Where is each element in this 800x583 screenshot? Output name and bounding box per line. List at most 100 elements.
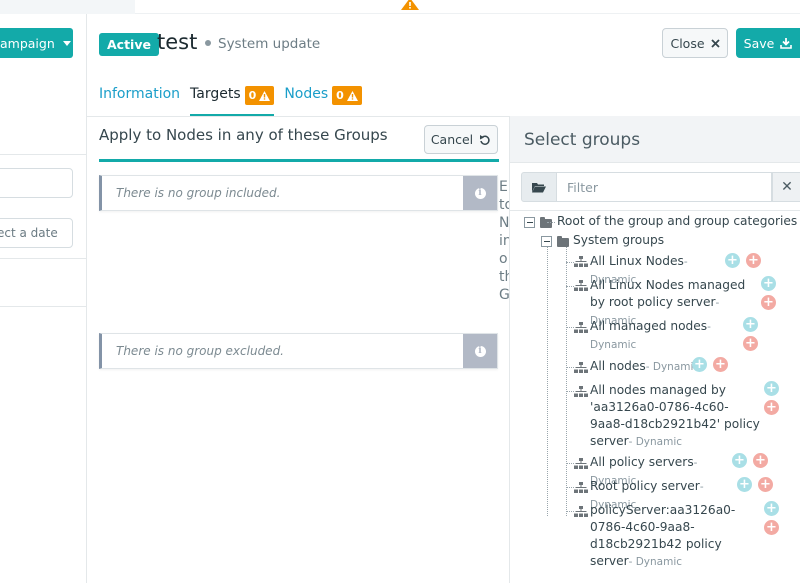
campaign-list-panel: ampaign ect a date bbox=[0, 14, 87, 583]
page-title: test bbox=[157, 30, 198, 54]
exclude-plus-icon[interactable]: + bbox=[753, 453, 768, 468]
filter-input[interactable]: Filter bbox=[557, 172, 772, 202]
section-underline bbox=[99, 159, 499, 162]
targets-heading: Apply to Nodes in any of these Groups bbox=[99, 126, 388, 144]
folder-icon bbox=[540, 217, 552, 228]
exclude-plus-icon[interactable]: + bbox=[713, 357, 728, 372]
nodes-count: 0 bbox=[336, 89, 344, 102]
network-icon bbox=[574, 458, 588, 469]
network-icon bbox=[574, 386, 588, 397]
exclude-plus-icon[interactable]: + bbox=[764, 400, 779, 415]
group-type: - Dynamic bbox=[628, 556, 683, 568]
network-icon bbox=[574, 506, 588, 517]
tab-targets-label: Targets bbox=[190, 86, 241, 102]
targets-count: 0 bbox=[248, 89, 257, 102]
warning-icon bbox=[346, 90, 358, 101]
collapse-toggle[interactable] bbox=[524, 217, 535, 228]
collapse-toggle[interactable] bbox=[541, 236, 552, 247]
include-plus-icon[interactable]: + bbox=[725, 253, 740, 268]
group-name: All Linux Nodes managed by root policy s… bbox=[590, 278, 746, 309]
info-icon: i bbox=[474, 345, 486, 357]
cancel-label: Cancel bbox=[430, 132, 474, 147]
tree-connector bbox=[566, 463, 574, 464]
folder-toggle-button[interactable] bbox=[521, 172, 557, 202]
group-label: policyServer:aa3126a0-0786-4c60-9aa8-d18… bbox=[590, 502, 760, 571]
exclude-plus-icon[interactable]: + bbox=[746, 253, 761, 268]
separator-dot bbox=[205, 40, 211, 46]
group-label: All nodes- Dynamic bbox=[590, 358, 700, 376]
divider bbox=[510, 210, 800, 211]
include-plus-icon[interactable]: + bbox=[764, 501, 779, 516]
filter-placeholder: Filter bbox=[567, 179, 598, 195]
campaign-type: System update bbox=[218, 36, 321, 52]
select-groups-panel: Select groups Filter ✕ Root of the group… bbox=[509, 116, 800, 583]
included-groups-dropzone[interactable]: There is no group included. i bbox=[99, 175, 498, 211]
create-campaign-label: ampaign bbox=[0, 35, 55, 51]
save-button[interactable]: Save bbox=[736, 28, 800, 58]
group-label: All nodes managed by 'aa3126a0-0786-4c60… bbox=[590, 382, 760, 451]
divider bbox=[0, 306, 87, 307]
close-icon bbox=[710, 38, 720, 48]
status-badge: Active bbox=[99, 33, 159, 56]
warning-icon bbox=[259, 90, 271, 101]
tab-nodes[interactable]: Nodes 0 bbox=[284, 86, 362, 116]
save-label: Save bbox=[743, 35, 775, 51]
caret-down-icon bbox=[62, 40, 71, 46]
select-groups-title: Select groups bbox=[524, 130, 641, 150]
exclude-plus-icon[interactable]: + bbox=[743, 336, 758, 351]
undo-icon bbox=[480, 134, 490, 145]
info-button[interactable]: i bbox=[463, 176, 497, 210]
group-name: All policy servers bbox=[590, 455, 694, 469]
info-icon: i bbox=[474, 187, 486, 199]
info-button[interactable]: i bbox=[463, 334, 497, 368]
close-button[interactable]: Close bbox=[662, 28, 728, 58]
group-name: All nodes bbox=[590, 359, 646, 373]
close-icon: ✕ bbox=[781, 179, 793, 195]
group-name: All managed nodes bbox=[590, 319, 708, 333]
group-type: - Dynamic bbox=[628, 436, 683, 448]
tree-connector bbox=[547, 246, 548, 516]
top-bar-segment bbox=[0, 0, 135, 14]
download-icon bbox=[780, 38, 793, 49]
tree-root-label[interactable]: Root of the group and group categories bbox=[557, 213, 797, 230]
network-icon bbox=[574, 256, 588, 267]
network-icon bbox=[574, 322, 588, 333]
tree-connector bbox=[566, 262, 574, 263]
network-icon bbox=[574, 362, 588, 373]
exclude-plus-icon[interactable]: + bbox=[764, 520, 779, 535]
date-placeholder: ect a date bbox=[0, 226, 58, 240]
tree-connector bbox=[566, 511, 574, 512]
nodes-count-badge: 0 bbox=[332, 86, 362, 105]
include-plus-icon[interactable]: + bbox=[761, 276, 776, 291]
search-input[interactable] bbox=[0, 168, 73, 198]
targets-count-badge: 0 bbox=[244, 86, 275, 105]
network-icon bbox=[574, 482, 588, 493]
include-plus-icon[interactable]: + bbox=[737, 477, 752, 492]
tree-connector bbox=[566, 327, 574, 328]
top-bar bbox=[0, 0, 800, 14]
tree-connector bbox=[566, 391, 574, 392]
excluded-groups-dropzone[interactable]: There is no group excluded. i bbox=[99, 333, 498, 369]
tab-targets[interactable]: Targets 0 bbox=[190, 86, 275, 116]
select-groups-header: Select groups bbox=[510, 116, 800, 163]
tree-connector bbox=[566, 286, 574, 287]
group-name: All Linux Nodes bbox=[590, 254, 684, 268]
tree-connector bbox=[566, 487, 574, 488]
tree-category-label[interactable]: System groups bbox=[573, 232, 664, 249]
divider bbox=[0, 258, 87, 259]
date-input[interactable]: ect a date bbox=[0, 218, 73, 248]
cancel-button[interactable]: Cancel bbox=[424, 125, 498, 154]
include-plus-icon[interactable]: + bbox=[692, 357, 707, 372]
network-icon bbox=[574, 280, 588, 291]
exclude-plus-icon[interactable]: + bbox=[761, 295, 776, 310]
group-name: Root policy server bbox=[590, 479, 700, 493]
tab-information[interactable]: Information bbox=[99, 86, 180, 116]
include-plus-icon[interactable]: + bbox=[764, 381, 779, 396]
create-campaign-button[interactable]: ampaign bbox=[0, 28, 73, 58]
excluded-empty-text: There is no group excluded. bbox=[116, 344, 284, 358]
exclude-plus-icon[interactable]: + bbox=[758, 477, 773, 492]
clear-filter-button[interactable]: ✕ bbox=[772, 172, 800, 202]
divider bbox=[0, 154, 87, 155]
include-plus-icon[interactable]: + bbox=[732, 453, 747, 468]
include-plus-icon[interactable]: + bbox=[743, 317, 758, 332]
